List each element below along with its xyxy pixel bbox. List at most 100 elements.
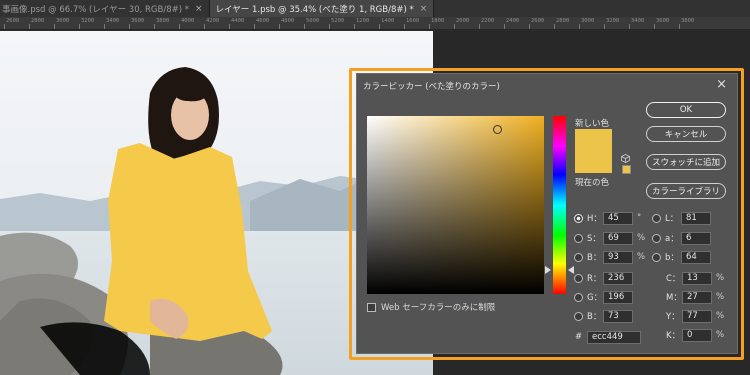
ruler-tick-mark bbox=[29, 24, 30, 29]
hue-unit: ° bbox=[637, 213, 642, 223]
hex-label: # bbox=[575, 332, 583, 342]
lab-a-row: a： 6 bbox=[652, 231, 711, 245]
saturation-brightness-field[interactable] bbox=[367, 116, 544, 294]
horizontal-ruler[interactable]: 2600 2800 3000 3200 3400 3600 3800 4000 4200 4400… bbox=[0, 17, 750, 30]
brightness-radio[interactable] bbox=[574, 252, 583, 262]
lab-l-input[interactable]: 81 bbox=[681, 211, 711, 225]
tab-label: レイヤー 1.psb @ 35.4% (べた塗り 1, RGB/8#) * bbox=[215, 4, 414, 15]
ruler-tick-mark bbox=[454, 24, 455, 29]
ruler-tick-label: 3600 bbox=[656, 18, 670, 24]
ruler-tick-mark bbox=[254, 24, 255, 29]
close-icon[interactable]: × bbox=[716, 77, 727, 92]
color-picker-circle[interactable] bbox=[493, 125, 502, 134]
lab-l-row: L： 81 bbox=[652, 211, 711, 225]
brightness-input[interactable]: 93 bbox=[603, 250, 633, 264]
ruler-tick-label: 3400 bbox=[106, 18, 120, 24]
black-label: K： bbox=[666, 331, 681, 341]
close-icon[interactable]: × bbox=[195, 4, 203, 14]
ruler-tick-mark bbox=[354, 24, 355, 29]
brightness-label: B： bbox=[587, 253, 602, 263]
ruler-tick-mark bbox=[429, 24, 430, 29]
saturation-input[interactable]: 69 bbox=[603, 231, 633, 245]
hue-row: H： 45 ° bbox=[574, 211, 647, 225]
hue-radio[interactable] bbox=[574, 213, 583, 223]
ruler-tick-label: 4400 bbox=[231, 18, 245, 24]
brightness-row: B： 93 % bbox=[574, 250, 647, 264]
ruler-tick-mark bbox=[154, 24, 155, 29]
ruler-tick-label: 3000 bbox=[581, 18, 595, 24]
ruler-tick-label: 3200 bbox=[606, 18, 620, 24]
ruler-tick-label: 2600 bbox=[531, 18, 545, 24]
lab-l-radio[interactable] bbox=[652, 213, 661, 223]
black-input[interactable]: 0 bbox=[682, 328, 712, 342]
ruler-tick-mark bbox=[379, 24, 380, 29]
ruler-tick-mark bbox=[329, 24, 330, 29]
ruler-tick-label: 3800 bbox=[156, 18, 170, 24]
ruler-tick-mark bbox=[554, 24, 555, 29]
ruler-tick-mark bbox=[529, 24, 530, 29]
lab-b-label: b： bbox=[665, 253, 679, 263]
ok-button[interactable]: OK bbox=[646, 102, 726, 118]
ruler-tick-label: 3000 bbox=[56, 18, 70, 24]
ruler-tick-label: 1200 bbox=[356, 18, 370, 24]
saturation-unit: % bbox=[637, 233, 646, 243]
ruler-tick-label: 4000 bbox=[181, 18, 195, 24]
ruler-tick-mark bbox=[679, 24, 680, 29]
web-safe-checkbox[interactable] bbox=[367, 302, 376, 312]
ruler-tick-mark bbox=[629, 24, 630, 29]
add-to-swatches-button[interactable]: スウォッチに追加 bbox=[646, 154, 726, 170]
tab-label: 事画像.psd @ 66.7% (レイヤー 30, RGB/8#) * bbox=[2, 4, 189, 15]
ruler-tick-label: 3800 bbox=[681, 18, 695, 24]
ruler-tick-label: 2400 bbox=[506, 18, 520, 24]
hue-slider-left-arrow-icon[interactable] bbox=[545, 266, 551, 274]
dialog-title: カラーピッカー (べた塗りのカラー) bbox=[363, 82, 500, 92]
red-radio[interactable] bbox=[574, 273, 583, 283]
cancel-button[interactable]: キャンセル bbox=[646, 126, 726, 142]
ruler-tick-mark bbox=[304, 24, 305, 29]
cyan-row: C： 13 % bbox=[666, 271, 726, 285]
lab-b-row: b： 64 bbox=[652, 250, 711, 264]
yellow-row: Y： 77 % bbox=[666, 309, 726, 323]
ruler-tick-label: 2800 bbox=[31, 18, 45, 24]
cyan-input[interactable]: 13 bbox=[682, 271, 712, 285]
hue-input[interactable]: 45 bbox=[603, 211, 633, 225]
lab-a-input[interactable]: 6 bbox=[681, 231, 711, 245]
tab-document-2[interactable]: レイヤー 1.psb @ 35.4% (べた塗り 1, RGB/8#) * × bbox=[209, 0, 435, 17]
cyan-unit: % bbox=[716, 273, 725, 283]
ruler-tick-label: 1800 bbox=[431, 18, 445, 24]
web-safe-swatch[interactable] bbox=[622, 165, 631, 174]
magenta-row: M： 27 % bbox=[666, 290, 726, 304]
ruler-tick-label: 4800 bbox=[281, 18, 295, 24]
red-input[interactable]: 236 bbox=[603, 271, 633, 285]
tab-document-1[interactable]: 事画像.psd @ 66.7% (レイヤー 30, RGB/8#) * × bbox=[0, 0, 210, 17]
web-safe-only-option[interactable]: Web セーフカラーのみに制限 bbox=[367, 301, 495, 313]
close-icon[interactable]: × bbox=[420, 4, 428, 14]
color-libraries-button[interactable]: カラーライブラリ bbox=[646, 183, 726, 199]
blue-input[interactable]: 73 bbox=[603, 309, 633, 323]
ruler-tick-mark bbox=[654, 24, 655, 29]
blue-radio[interactable] bbox=[574, 311, 583, 321]
lab-b-input[interactable]: 64 bbox=[681, 250, 711, 264]
current-color-swatch[interactable] bbox=[575, 151, 612, 173]
ruler-tick-label: 2800 bbox=[556, 18, 570, 24]
yellow-unit: % bbox=[716, 311, 725, 321]
green-radio[interactable] bbox=[574, 292, 583, 302]
hue-slider[interactable] bbox=[553, 116, 566, 294]
out-of-gamut-cube-icon[interactable] bbox=[621, 154, 630, 163]
yellow-input[interactable]: 77 bbox=[682, 309, 712, 323]
magenta-input[interactable]: 27 bbox=[682, 290, 712, 304]
new-color-label: 新しい色 bbox=[575, 119, 610, 129]
ruler-tick-mark bbox=[54, 24, 55, 29]
lab-b-radio[interactable] bbox=[652, 252, 661, 262]
lab-a-radio[interactable] bbox=[652, 233, 661, 243]
ruler-tick-label: 5200 bbox=[331, 18, 345, 24]
green-input[interactable]: 196 bbox=[603, 290, 633, 304]
magenta-label: M： bbox=[666, 293, 682, 303]
ruler-tick-mark bbox=[104, 24, 105, 29]
ruler-tick-label: 4200 bbox=[206, 18, 220, 24]
saturation-radio[interactable] bbox=[574, 233, 583, 243]
hex-input[interactable]: ecc449 bbox=[587, 330, 641, 344]
ruler-tick-mark bbox=[504, 24, 505, 29]
ruler-tick-label: 5000 bbox=[306, 18, 320, 24]
ruler-tick-mark bbox=[479, 24, 480, 29]
